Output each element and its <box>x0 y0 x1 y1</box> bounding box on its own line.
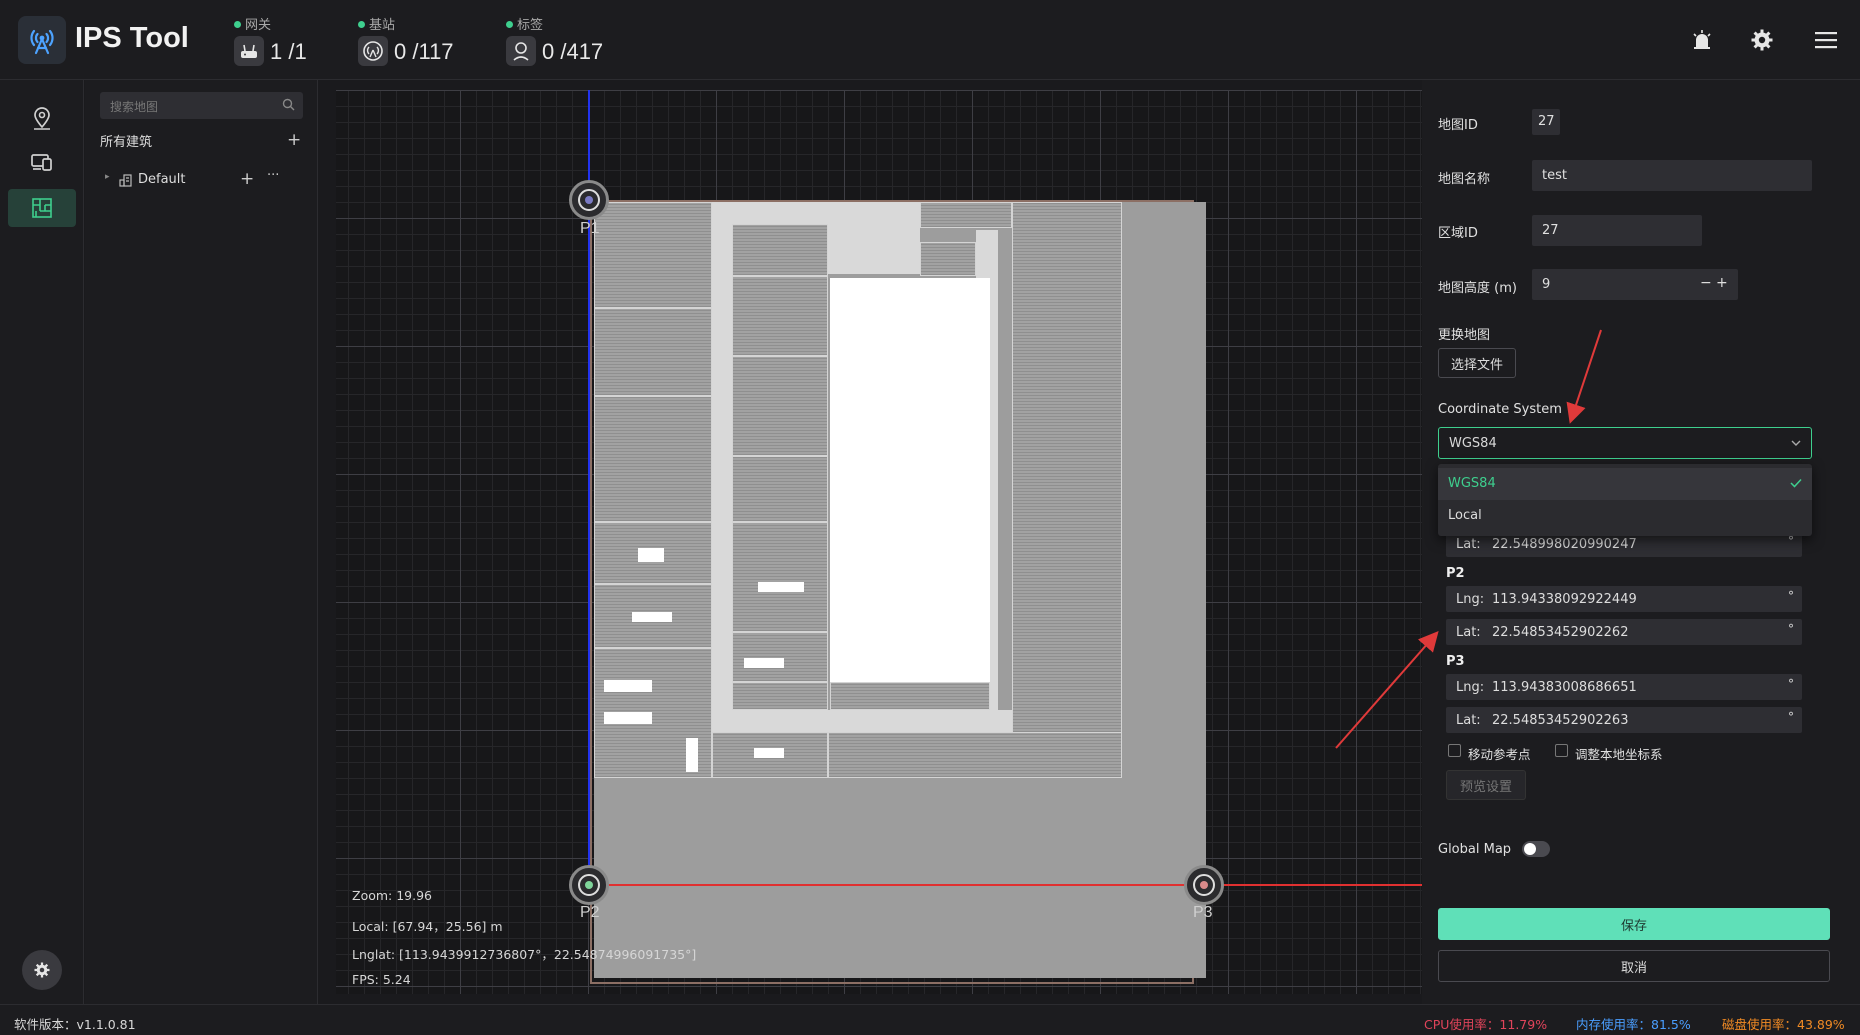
annotation-arrow-bottom <box>1335 630 1439 749</box>
cpu-usage: CPU使用率：11.79% <box>1424 1017 1548 1032</box>
software-version: 软件版本：v1.1.0.81 <box>14 1017 136 1032</box>
annotation-arrow-top <box>1566 329 1602 424</box>
disk-usage: 磁盘使用率：43.89% <box>1722 1017 1845 1032</box>
app-window: IPS Tool 网关 1 /1 基站 0 /117 标签 0 /417 搜索地… <box>0 0 1860 1035</box>
status-bar: 软件版本：v1.1.0.81 CPU使用率：11.79% 内存使用率：81.5%… <box>0 1004 1860 1035</box>
memory-usage: 内存使用率：81.5% <box>1576 1017 1691 1032</box>
annotation-arrows <box>1335 329 1602 749</box>
